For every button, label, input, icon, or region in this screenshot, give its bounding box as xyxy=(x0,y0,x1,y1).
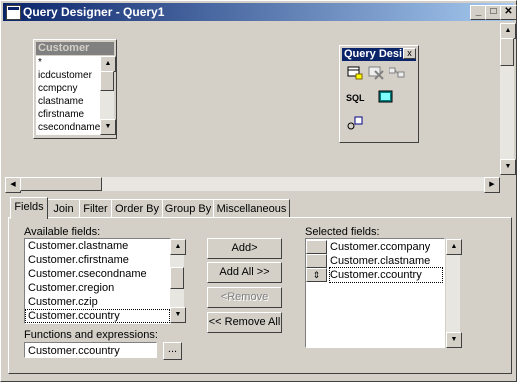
scroll-corner xyxy=(500,177,514,191)
scroll-down-icon[interactable]: ▼ xyxy=(500,159,516,175)
functions-expression-field[interactable]: Customer.ccountry xyxy=(24,342,157,358)
scroll-left-icon[interactable]: ◀ xyxy=(5,177,21,193)
customer-list-scrollbar[interactable]: ▲ ▼ xyxy=(100,56,116,135)
scroll-up-icon[interactable]: ▲ xyxy=(170,239,186,255)
customer-field-item[interactable]: clastname xyxy=(36,95,100,108)
sql-icon[interactable]: SQL xyxy=(346,90,365,106)
add-all-button[interactable]: Add All >> xyxy=(207,262,282,283)
selected-field-label: Customer.clastname xyxy=(330,255,431,267)
selected-field-item[interactable]: Customer.ccompany xyxy=(306,240,444,254)
canvas-horizontal-scrollbar[interactable]: ◀ ▶ xyxy=(5,177,500,193)
app-icon xyxy=(6,5,21,20)
title-bar[interactable]: Query Designer - Query1 _ □ ✕ xyxy=(3,3,517,21)
scroll-thumb[interactable] xyxy=(500,38,514,66)
add-button[interactable]: Add> xyxy=(207,238,282,259)
customer-table-window[interactable]: Customer * icdcustomer ccmpcny clastname cfi… xyxy=(33,39,117,139)
available-field-item[interactable]: Customer.cfirstname xyxy=(25,253,170,267)
toolbar-close-button[interactable]: x xyxy=(403,48,416,59)
scroll-right-icon[interactable]: ▶ xyxy=(484,177,500,193)
remove-table-icon[interactable] xyxy=(367,66,385,82)
available-field-item[interactable]: Customer.clastname xyxy=(25,239,170,253)
remove-button[interactable]: <Remove xyxy=(207,287,282,308)
customer-field-item[interactable]: cfirstname xyxy=(36,108,100,121)
selected-fields-label: Selected fields: xyxy=(305,226,380,238)
customer-field-item[interactable]: ccmpcny xyxy=(36,82,100,95)
close-button[interactable]: ✕ xyxy=(500,5,517,20)
available-field-item[interactable]: Customer.ccountry xyxy=(25,309,170,323)
canvas-vertical-scrollbar[interactable]: ▲ ▼ xyxy=(500,23,516,175)
query-designer-toolbar: Query Desi x SQL xyxy=(339,45,419,143)
row-handle[interactable] xyxy=(306,240,327,254)
available-list-scrollbar[interactable]: ▲ ▼ xyxy=(170,239,186,323)
tab-group-by[interactable]: Group By xyxy=(162,199,214,218)
selected-field-label: Customer.ccompany xyxy=(330,241,431,253)
row-handle[interactable] xyxy=(306,254,327,268)
customer-field-item[interactable]: * xyxy=(36,56,100,69)
selected-list-scrollbar[interactable]: ▲ ▼ xyxy=(446,239,462,348)
available-field-item[interactable]: Customer.cregion xyxy=(25,281,170,295)
selected-fields-list[interactable]: Customer.ccompany Customer.clastname ⇕ Cust… xyxy=(305,238,445,348)
scroll-up-icon[interactable]: ▲ xyxy=(500,23,516,39)
tab-order-by[interactable]: Order By xyxy=(111,199,163,218)
scroll-thumb[interactable] xyxy=(100,71,114,91)
move-handle-icon[interactable]: ⇕ xyxy=(306,268,327,282)
expression-builder-button[interactable]: ... xyxy=(163,342,182,360)
scroll-thumb[interactable] xyxy=(170,267,184,289)
scroll-down-icon[interactable]: ▼ xyxy=(170,307,186,323)
available-field-item[interactable]: Customer.csecondname xyxy=(25,267,170,281)
fields-tab-panel: Available fields: Customer.clastname Cust… xyxy=(8,217,512,374)
scroll-down-icon[interactable]: ▼ xyxy=(100,119,116,135)
customer-field-item[interactable]: csecondname xyxy=(36,121,100,134)
available-fields-list[interactable]: Customer.clastname Customer.cfirstname Cus… xyxy=(24,238,171,324)
scroll-down-icon[interactable]: ▼ xyxy=(446,332,462,348)
available-fields-label: Available fields: xyxy=(24,226,101,238)
functions-label: Functions and expressions: xyxy=(24,329,158,341)
customer-table-title[interactable]: Customer xyxy=(36,42,114,55)
window-title: Query Designer - Query1 xyxy=(23,5,165,19)
tab-fields[interactable]: Fields xyxy=(10,197,48,219)
scroll-up-icon[interactable]: ▲ xyxy=(100,56,116,72)
output-icon[interactable] xyxy=(377,90,395,106)
query-designer-window: Query Designer - Query1 _ □ ✕ Customer *… xyxy=(0,0,517,382)
tab-filter[interactable]: Filter xyxy=(79,199,112,218)
selected-field-item[interactable]: ⇕ Customer.ccountry xyxy=(306,267,444,283)
scroll-up-icon[interactable]: ▲ xyxy=(446,239,462,255)
customer-field-list[interactable]: * icdcustomer ccmpcny clastname cfirstname cs… xyxy=(36,56,100,135)
scroll-thumb[interactable] xyxy=(20,177,102,191)
maximize-icon[interactable] xyxy=(346,116,364,132)
selected-field-label: Customer.ccountry xyxy=(329,267,443,283)
add-table-icon[interactable] xyxy=(346,66,364,82)
add-join-icon[interactable] xyxy=(388,66,406,82)
available-field-item[interactable]: Customer.czip xyxy=(25,295,170,309)
customer-field-item[interactable]: icdcustomer xyxy=(36,69,100,82)
tab-join[interactable]: Join xyxy=(47,199,80,218)
tab-miscellaneous[interactable]: Miscellaneous xyxy=(213,199,290,218)
remove-all-button[interactable]: << Remove All xyxy=(207,312,282,333)
selected-field-item[interactable]: Customer.clastname xyxy=(306,254,444,268)
